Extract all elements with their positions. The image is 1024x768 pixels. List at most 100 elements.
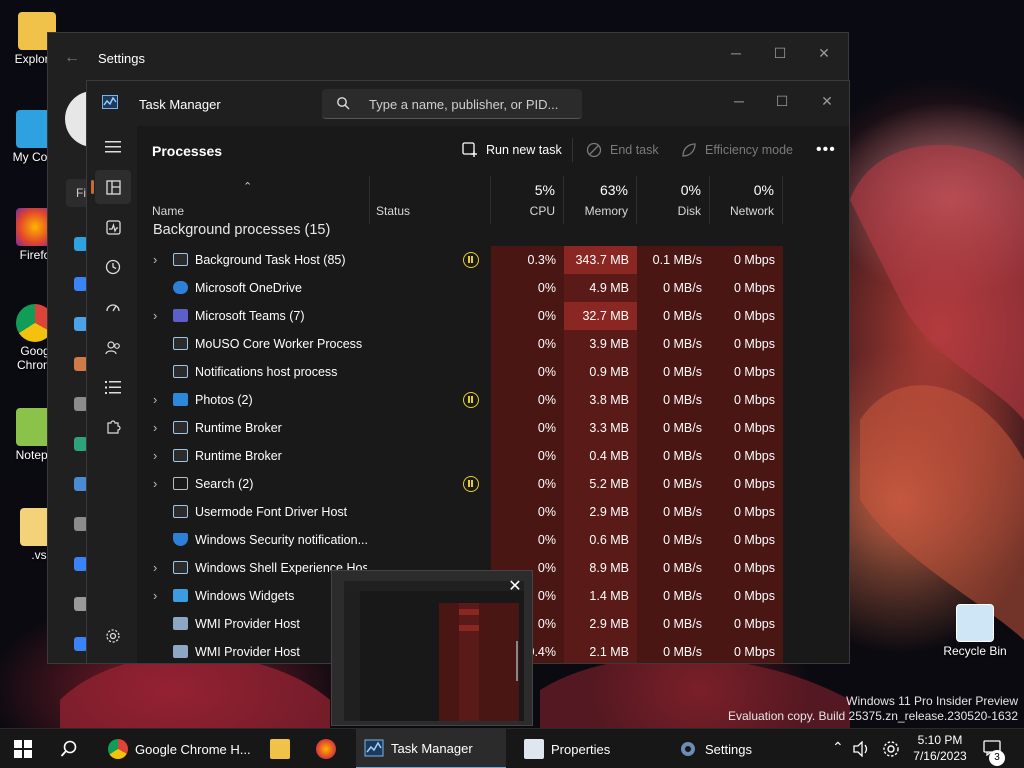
memory-value: 32.7 MB: [564, 302, 637, 330]
taskbar-properties[interactable]: Properties: [516, 729, 618, 768]
column-network[interactable]: 0% Network: [710, 176, 783, 224]
expand-chevron-icon[interactable]: ›: [153, 308, 157, 323]
taskbar-properties-label: Properties: [551, 741, 611, 757]
column-disk[interactable]: 0% Disk: [637, 176, 710, 224]
process-name: Notifications host process: [195, 365, 338, 379]
taskbar-thumbnail-preview[interactable]: ✕: [331, 570, 533, 726]
onedrive-cloud-icon: [173, 281, 188, 294]
memory-value: 3.3 MB: [589, 421, 629, 435]
hamburger-menu-button[interactable]: [95, 130, 131, 164]
run-new-task-label: Run new task: [486, 143, 562, 157]
thumbnail-image: [344, 581, 524, 721]
expand-chevron-icon[interactable]: ›: [153, 588, 157, 603]
nav-app-history[interactable]: [95, 250, 131, 284]
taskbar-settings[interactable]: Settings: [670, 729, 760, 768]
expand-chevron-icon[interactable]: ›: [153, 420, 157, 435]
chevron-up-icon[interactable]: ⌃: [832, 739, 844, 756]
desktop-icon-recycle-bin[interactable]: Recycle Bin: [940, 604, 1010, 658]
memory-value: 3.9 MB: [589, 337, 629, 351]
taskbar-search-button[interactable]: [52, 729, 86, 768]
command-bar: Processes Run new task End task Efficien…: [137, 126, 849, 176]
nav-performance[interactable]: [95, 210, 131, 244]
nav-details[interactable]: [95, 370, 131, 404]
back-arrow-icon[interactable]: ←: [64, 49, 80, 67]
close-button[interactable]: ✕: [804, 41, 844, 65]
cpu-value: 0%: [537, 421, 556, 435]
end-task-button[interactable]: End task: [586, 142, 659, 158]
column-status[interactable]: Status: [370, 176, 491, 224]
process-name: Search (2): [195, 477, 254, 491]
expand-chevron-icon[interactable]: ›: [153, 252, 157, 267]
watermark-line-2: Evaluation copy. Build 25375.zn_release.…: [728, 709, 1018, 723]
taskbar: Google Chrome H... Task Manager Properti…: [0, 728, 1024, 768]
taskbar-chrome[interactable]: Google Chrome H...: [100, 729, 259, 768]
nav-settings[interactable]: [95, 619, 131, 653]
column-memory[interactable]: 63% Memory: [564, 176, 637, 224]
table-row[interactable]: › Background Task Host (85) 0.3% 343.7 MB 0.…: [137, 246, 849, 274]
suspended-status-icon: [463, 252, 479, 268]
disk-value: 0 MB/s: [663, 505, 702, 519]
disk-total: 0%: [680, 182, 701, 198]
startup-gauge-icon: [106, 304, 120, 312]
process-name: Photos (2): [195, 393, 253, 407]
settings-title: Settings: [98, 51, 145, 66]
efficiency-mode-button[interactable]: Efficiency mode: [681, 142, 793, 158]
search-input[interactable]: Type a name, publisher, or PID...: [322, 89, 582, 119]
run-new-task-icon: [462, 142, 477, 157]
widgets-icon: [173, 589, 188, 602]
volume-icon[interactable]: [853, 741, 871, 757]
memory-value: 0.9 MB: [589, 365, 629, 379]
minimize-button[interactable]: ─: [719, 89, 759, 113]
suspended-status-icon: [463, 476, 479, 492]
window-title: Task Manager: [139, 97, 221, 112]
close-button[interactable]: ✕: [807, 89, 847, 113]
command-separator: [572, 138, 573, 162]
memory-value: 8.9 MB: [589, 561, 629, 575]
expand-chevron-icon[interactable]: ›: [153, 560, 157, 575]
table-row[interactable]: › Photos (2) 0% 3.8 MB 0 MB/s 0 Mbps: [137, 386, 849, 414]
process-name: MoUSO Core Worker Process: [195, 337, 363, 351]
more-options-button[interactable]: •••: [816, 141, 836, 159]
column-cpu[interactable]: 5% CPU: [491, 176, 564, 224]
taskbar-task-manager[interactable]: Task Manager: [356, 729, 506, 768]
taskbar-settings-label: Settings: [705, 741, 752, 757]
table-row[interactable]: Usermode Font Driver Host 0% 2.9 MB 0 MB/s 0…: [137, 498, 849, 526]
table-row[interactable]: MoUSO Core Worker Process 0% 3.9 MB 0 MB/s 0…: [137, 330, 849, 358]
table-row[interactable]: Windows Security notification... 0% 0.6 MB…: [137, 526, 849, 554]
taskbar-firefox[interactable]: [308, 729, 344, 768]
taskbar-file-explorer[interactable]: [262, 729, 298, 768]
nav-processes[interactable]: [91, 170, 131, 204]
table-row[interactable]: Microsoft OneDrive 0% 4.9 MB 0 MB/s 0 Mbps: [137, 274, 849, 302]
clock[interactable]: 5:10 PM 7/16/2023: [905, 732, 975, 764]
disk-value: 0 MB/s: [663, 477, 702, 491]
nav-startup-apps[interactable]: [95, 290, 131, 324]
start-button[interactable]: [6, 729, 40, 768]
maximize-button[interactable]: ☐: [760, 41, 800, 65]
network-value: 0 Mbps: [734, 421, 775, 435]
minimize-button[interactable]: ─: [716, 41, 756, 65]
memory-value: 2.9 MB: [589, 617, 629, 631]
group-header-background-processes[interactable]: Background processes (15): [153, 222, 330, 238]
expand-chevron-icon[interactable]: ›: [153, 476, 157, 491]
disk-value: 0 MB/s: [663, 309, 702, 323]
table-row[interactable]: › Search (2) 0% 5.2 MB 0 MB/s 0 Mbps: [137, 470, 849, 498]
run-new-task-button[interactable]: Run new task: [462, 142, 562, 158]
nav-services[interactable]: [95, 410, 131, 444]
process-name: Usermode Font Driver Host: [195, 505, 348, 519]
nav-users[interactable]: [95, 330, 131, 364]
notification-count-badge: 3: [989, 750, 1005, 766]
expand-chevron-icon[interactable]: ›: [153, 448, 157, 463]
disk-value: 0 MB/s: [663, 421, 702, 435]
network-value: 0 Mbps: [734, 645, 775, 659]
thumbnail-close-button[interactable]: ✕: [504, 576, 526, 598]
table-row[interactable]: › Runtime Broker 0% 0.4 MB 0 MB/s 0 Mbps: [137, 442, 849, 470]
column-name[interactable]: Name: [137, 176, 370, 224]
table-row[interactable]: › Microsoft Teams (7) 0% 32.7 MB 0 MB/s 0 Mbp…: [137, 302, 849, 330]
maximize-button[interactable]: ☐: [762, 89, 802, 113]
gear-icon[interactable]: [882, 740, 900, 758]
search-icon: [60, 740, 77, 757]
table-row[interactable]: › Runtime Broker 0% 3.3 MB 0 MB/s 0 Mbps: [137, 414, 849, 442]
disk-value: 0 MB/s: [663, 449, 702, 463]
expand-chevron-icon[interactable]: ›: [153, 392, 157, 407]
table-row[interactable]: Notifications host process 0% 0.9 MB 0 MB/s…: [137, 358, 849, 386]
